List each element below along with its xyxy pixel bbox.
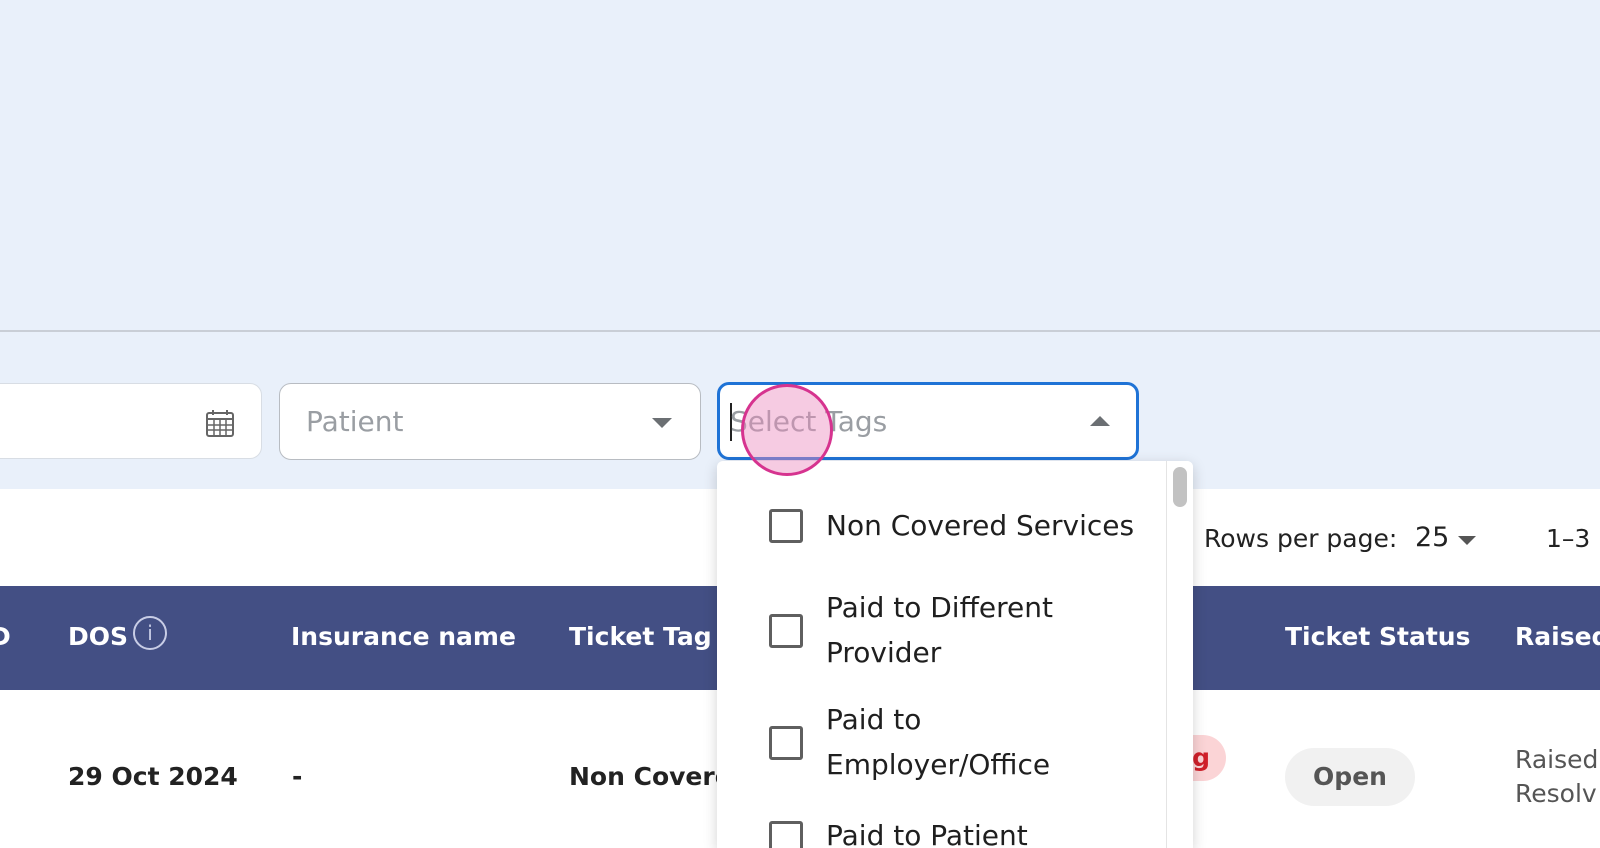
column-header-dos[interactable]: DOS xyxy=(68,622,128,651)
rows-per-page-select[interactable]: 25 xyxy=(1415,522,1449,553)
date-range-field[interactable] xyxy=(0,383,262,459)
tag-option-paid-to-patient[interactable]: Paid to Patient xyxy=(717,813,1167,848)
checkbox[interactable] xyxy=(769,614,803,648)
checkbox[interactable] xyxy=(769,726,803,760)
calendar-icon[interactable] xyxy=(205,408,235,438)
tag-option-label: Paid to Different Provider xyxy=(826,591,1053,669)
tag-option-paid-to-different-provider[interactable]: Paid to Different Provider xyxy=(717,585,1167,675)
tags-dropdown-menu: Non Covered Services Paid to Different P… xyxy=(717,461,1193,848)
top-panel xyxy=(0,0,1600,332)
cell-raised: Raised Resolv xyxy=(1515,743,1598,811)
cell-ticket-tag: Non Covere xyxy=(569,762,732,791)
tag-option-paid-to-employer-office[interactable]: Paid to Employer/Office xyxy=(717,697,1167,787)
column-header-insurance-name[interactable]: Insurance name xyxy=(291,622,516,651)
patient-select[interactable]: Patient xyxy=(279,383,701,460)
chevron-up-icon[interactable] xyxy=(1090,416,1110,426)
column-header-partial[interactable]: D xyxy=(0,622,11,651)
cell-insurance-name: - xyxy=(292,762,303,791)
rows-per-page-label: Rows per page: xyxy=(1204,524,1398,553)
tags-placeholder: Select Tags xyxy=(730,405,888,438)
tag-option-label: Paid to Employer/Office xyxy=(826,703,1051,781)
info-icon[interactable]: i xyxy=(133,616,167,650)
raised-line-1: Raised xyxy=(1515,745,1599,774)
status-badge: Open xyxy=(1285,748,1415,806)
cell-dos: 29 Oct 2024 xyxy=(68,762,238,791)
column-header-raised[interactable]: Raised xyxy=(1515,622,1600,651)
tag-option-label: Paid to Patient xyxy=(826,819,1028,848)
chevron-down-icon[interactable] xyxy=(1458,536,1476,545)
patient-placeholder: Patient xyxy=(306,405,404,438)
tags-select-input[interactable]: Select Tags xyxy=(717,382,1139,460)
chevron-down-icon[interactable] xyxy=(652,418,672,428)
checkbox[interactable] xyxy=(769,821,803,848)
column-header-ticket-tag[interactable]: Ticket Tag xyxy=(569,622,712,651)
raised-line-2: Resolv xyxy=(1515,779,1597,808)
checkbox[interactable] xyxy=(769,509,803,543)
scrollbar-thumb[interactable] xyxy=(1173,467,1187,507)
tag-option-label: Non Covered Services xyxy=(826,509,1135,542)
column-header-ticket-status[interactable]: Ticket Status xyxy=(1285,622,1470,651)
pagination-range: 1–3 xyxy=(1546,524,1591,553)
tag-option-non-covered-services[interactable]: Non Covered Services xyxy=(717,501,1167,561)
scrollbar[interactable] xyxy=(1166,461,1193,848)
